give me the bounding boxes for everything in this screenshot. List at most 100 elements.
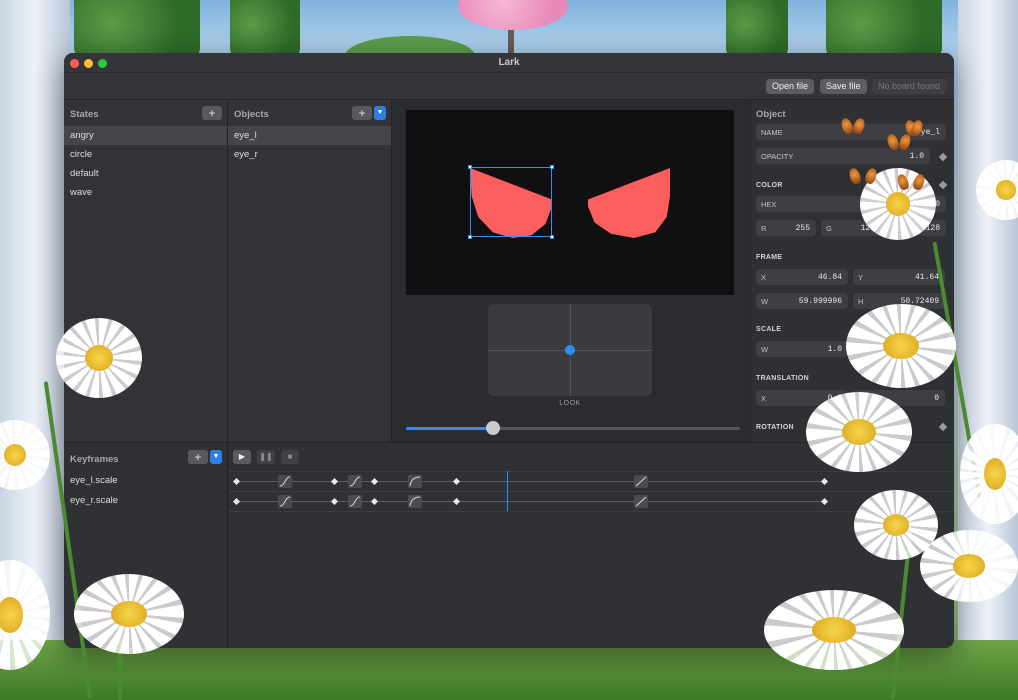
look-pad-handle[interactable] bbox=[565, 345, 575, 355]
keyframe[interactable] bbox=[452, 477, 461, 486]
color-section-title: COLOR bbox=[756, 182, 783, 189]
objects-title: Objects bbox=[234, 109, 269, 120]
keyframe[interactable] bbox=[330, 477, 339, 486]
red-field[interactable]: R 255 bbox=[756, 220, 816, 236]
opacity-keyframe-icon[interactable] bbox=[938, 152, 948, 162]
track-line bbox=[236, 481, 826, 482]
daisy-flower bbox=[74, 574, 184, 654]
eye-right-shape[interactable] bbox=[588, 168, 670, 238]
ease-out-icon[interactable] bbox=[408, 495, 422, 508]
red-value: 255 bbox=[795, 224, 810, 233]
name-label: NAME bbox=[761, 128, 783, 137]
state-item-default[interactable]: default bbox=[64, 164, 227, 183]
ease-in-out-icon[interactable] bbox=[278, 495, 292, 508]
artboard[interactable] bbox=[406, 110, 734, 295]
objects-panel: Objects + ▼ eye_l eye_r bbox=[228, 100, 392, 442]
scale-w-value: 1.0 bbox=[827, 345, 842, 354]
opacity-value: 1.0 bbox=[909, 152, 924, 161]
frame-w-label: W bbox=[761, 297, 769, 306]
look-pad[interactable] bbox=[488, 304, 652, 396]
play-icon[interactable]: ▶ bbox=[233, 450, 251, 464]
keyframes-title: Keyframes bbox=[70, 454, 119, 465]
playhead[interactable] bbox=[507, 471, 508, 511]
color-keyframe-icon[interactable] bbox=[938, 180, 948, 190]
red-label: R bbox=[761, 224, 767, 233]
track-eye-r-scale[interactable] bbox=[228, 492, 954, 512]
object-item-eye-l[interactable]: eye_l bbox=[228, 126, 391, 145]
green-label: G bbox=[826, 224, 832, 233]
frame-x-field[interactable]: X 46.84 bbox=[756, 269, 848, 285]
state-item-circle[interactable]: circle bbox=[64, 145, 227, 164]
resize-handle[interactable] bbox=[468, 235, 472, 239]
objects-header: Objects + ▼ bbox=[228, 100, 391, 126]
frame-x-label: X bbox=[761, 273, 767, 282]
state-item-angry[interactable]: angry bbox=[64, 126, 227, 145]
keyframe[interactable] bbox=[370, 477, 379, 486]
keyframe[interactable] bbox=[370, 497, 379, 506]
ease-in-out-icon[interactable] bbox=[278, 475, 292, 488]
frame-y-label: Y bbox=[858, 273, 864, 282]
hedge bbox=[726, 0, 788, 60]
daisy-flower bbox=[764, 590, 904, 670]
object-item-eye-r[interactable]: eye_r bbox=[228, 145, 391, 164]
save-file-button[interactable]: Save file bbox=[820, 79, 867, 94]
toolbar: Open file Save file No board found bbox=[64, 73, 954, 100]
stop-icon[interactable]: ■ bbox=[281, 450, 299, 464]
board-status-button: No board found bbox=[872, 79, 947, 94]
frame-section-title: FRAME bbox=[756, 254, 783, 261]
track-label-eye-l-scale[interactable]: eye_l.scale bbox=[70, 471, 118, 490]
frame-w-field[interactable]: W 59.999996 bbox=[756, 293, 848, 309]
add-object-dropdown-icon[interactable]: ▼ bbox=[374, 106, 386, 120]
rotation-keyframe-icon[interactable] bbox=[938, 422, 948, 432]
daisy-flower bbox=[920, 530, 1018, 602]
ease-in-out-icon[interactable] bbox=[348, 475, 362, 488]
keyframe[interactable] bbox=[232, 497, 241, 506]
scale-w-field[interactable]: W 1.0 bbox=[756, 341, 848, 357]
ease-in-out-icon[interactable] bbox=[348, 495, 362, 508]
translation-section-title: TRANSLATION bbox=[756, 375, 809, 382]
hedge bbox=[826, 0, 942, 60]
frame-y-field[interactable]: Y 41.64 bbox=[853, 269, 945, 285]
linear-ease-icon[interactable] bbox=[634, 475, 648, 488]
keyframe[interactable] bbox=[330, 497, 339, 506]
hedge bbox=[74, 0, 200, 60]
open-file-button[interactable]: Open file bbox=[766, 79, 815, 94]
timeline-slider-knob[interactable] bbox=[485, 421, 500, 435]
add-keyframe-dropdown-icon[interactable]: ▼ bbox=[210, 450, 222, 464]
canvas-area: LOOK bbox=[392, 100, 750, 442]
resize-handle[interactable] bbox=[468, 165, 472, 169]
daisy-flower bbox=[846, 304, 956, 388]
scale-section-title: SCALE bbox=[756, 326, 782, 333]
resize-handle[interactable] bbox=[550, 165, 554, 169]
states-header: States + bbox=[64, 100, 227, 126]
hex-label: HEX bbox=[761, 200, 777, 209]
selection-box[interactable] bbox=[468, 165, 554, 239]
scale-w-label: W bbox=[761, 345, 769, 354]
ease-out-icon[interactable] bbox=[408, 475, 422, 488]
rotation-section-title: ROTATION bbox=[756, 424, 794, 431]
butterfly-decoration bbox=[842, 116, 864, 138]
keyframe[interactable] bbox=[452, 497, 461, 506]
keyframe[interactable] bbox=[820, 477, 829, 486]
pause-icon[interactable]: ❚❚ bbox=[257, 450, 275, 464]
keyframe[interactable] bbox=[820, 497, 829, 506]
butterfly-decoration bbox=[898, 172, 924, 196]
frame-x-value: 46.84 bbox=[817, 273, 842, 282]
resize-handle[interactable] bbox=[550, 235, 554, 239]
opacity-label: OPACITY bbox=[761, 152, 794, 161]
add-object-button[interactable]: + bbox=[352, 106, 372, 120]
pink-tree bbox=[458, 0, 568, 30]
frame-y-value: 41.64 bbox=[914, 273, 939, 282]
hedge bbox=[230, 0, 300, 60]
window-title: Lark bbox=[498, 57, 520, 68]
linear-ease-icon[interactable] bbox=[634, 495, 648, 508]
add-state-button[interactable]: + bbox=[202, 106, 222, 120]
add-keyframe-button[interactable]: + bbox=[188, 450, 208, 464]
state-item-wave[interactable]: wave bbox=[64, 183, 227, 202]
frame-w-value: 59.999996 bbox=[798, 297, 842, 306]
look-label: LOOK bbox=[559, 400, 581, 407]
butterfly-decoration bbox=[906, 118, 922, 134]
track-eye-l-scale[interactable] bbox=[228, 472, 954, 492]
track-label-eye-r-scale[interactable]: eye_r.scale bbox=[70, 491, 118, 510]
keyframe[interactable] bbox=[232, 477, 241, 486]
